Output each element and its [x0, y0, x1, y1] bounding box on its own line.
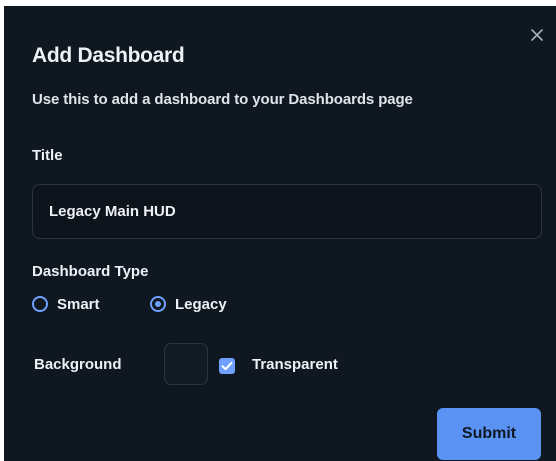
submit-button[interactable]: Submit — [437, 408, 541, 460]
background-label: Background — [34, 356, 122, 373]
title-field-label: Title — [32, 147, 63, 164]
radio-smart-circle — [32, 296, 48, 312]
background-color-picker[interactable] — [164, 343, 208, 385]
radio-legacy-label: Legacy — [175, 296, 227, 313]
radio-smart-label: Smart — [57, 296, 100, 313]
transparent-label: Transparent — [252, 356, 338, 373]
close-button[interactable] — [528, 26, 546, 44]
title-input[interactable]: Legacy Main HUD — [32, 184, 542, 239]
transparent-checkbox[interactable] — [219, 358, 235, 374]
add-dashboard-dialog: Add Dashboard Use this to add a dashboar… — [4, 6, 556, 461]
close-icon — [531, 29, 543, 41]
radio-legacy-circle — [150, 296, 166, 312]
dialog-title: Add Dashboard — [32, 44, 185, 67]
dialog-subtitle: Use this to add a dashboard to your Dash… — [32, 91, 413, 108]
dashboard-type-label: Dashboard Type — [32, 263, 149, 280]
checkmark-icon — [221, 361, 233, 371]
radio-selected-dot — [155, 301, 161, 307]
